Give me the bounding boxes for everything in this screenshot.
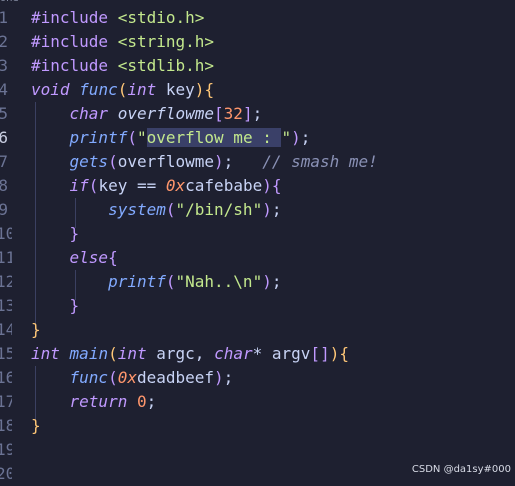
code-line[interactable]: 14 }	[0, 318, 515, 342]
line-number: 16	[0, 368, 12, 387]
code-text[interactable]: printf("overflow me : ");	[31, 126, 310, 150]
code-text[interactable]: void func(int key){	[31, 78, 214, 102]
code-line[interactable]: 13 }	[0, 294, 515, 318]
code-line[interactable]: 9 system("/bin/sh");	[0, 198, 515, 222]
line-number: 14	[0, 320, 12, 339]
code-line[interactable]: 11 else{	[0, 246, 515, 270]
code-text[interactable]: }	[31, 318, 41, 342]
line-number: 15	[0, 344, 12, 363]
code-text[interactable]: }	[31, 222, 80, 246]
code-text[interactable]: }	[31, 414, 41, 438]
line-number: 8	[0, 176, 8, 195]
tab-title[interactable]: one	[0, 0, 19, 4]
code-editor[interactable]: one 1 #include <stdio.h> 2 #include <str…	[0, 0, 515, 483]
code-line[interactable]: 1 #include <stdio.h>	[0, 6, 515, 30]
code-text[interactable]: gets(overflowme); // smash me!	[31, 150, 378, 174]
code-text[interactable]: #include <stdio.h>	[31, 6, 204, 30]
code-line[interactable]: 12 printf("Nah..\n");	[0, 270, 515, 294]
watermark: CSDN @da1sy#000	[411, 464, 511, 475]
code-line[interactable]: 17 return 0;	[0, 390, 515, 414]
code-line[interactable]: 4 void func(int key){	[0, 78, 515, 102]
code-line[interactable]: 5 char overflowme[32];	[0, 102, 515, 126]
code-text[interactable]: #include <string.h>	[31, 30, 214, 54]
line-number: 17	[0, 392, 12, 411]
line-number: 20	[0, 464, 12, 483]
code-text[interactable]: func(0xdeadbeef);	[31, 366, 234, 390]
line-number: 4	[0, 80, 8, 99]
code-line-active[interactable]: 6 printf("overflow me : ");	[0, 126, 515, 150]
line-number: 5	[0, 104, 8, 123]
line-number: 11	[0, 248, 12, 267]
code-text[interactable]: else{	[31, 246, 118, 270]
code-line[interactable]: 16 func(0xdeadbeef);	[0, 366, 515, 390]
code-text[interactable]: }	[31, 294, 80, 318]
code-text[interactable]: return 0;	[31, 390, 157, 414]
code-line[interactable]: 7 gets(overflowme); // smash me!	[0, 150, 515, 174]
line-number: 18	[0, 416, 12, 435]
code-text[interactable]: #include <stdlib.h>	[31, 54, 214, 78]
code-line[interactable]: 8 if(key == 0xcafebabe){	[0, 174, 515, 198]
code-line[interactable]: 10 }	[0, 222, 515, 246]
line-number: 6	[0, 128, 8, 147]
code-line[interactable]: 3 #include <stdlib.h>	[0, 54, 515, 78]
code-text[interactable]: printf("Nah..\n");	[31, 270, 281, 294]
line-number: 13	[0, 296, 12, 315]
line-number: 2	[0, 32, 8, 51]
code-text[interactable]: char overflowme[32];	[31, 102, 263, 126]
line-number: 7	[0, 152, 8, 171]
code-line[interactable]: 18 }	[0, 414, 515, 438]
code-text[interactable]: system("/bin/sh");	[31, 198, 281, 222]
code-line[interactable]: 19	[0, 438, 515, 462]
code-text[interactable]: int main(int argc, char* argv[]){	[31, 342, 349, 366]
code-text[interactable]: if(key == 0xcafebabe){	[31, 174, 282, 198]
line-number: 10	[0, 224, 12, 243]
line-number: 12	[0, 272, 12, 291]
line-number: 9	[0, 200, 8, 219]
code-line[interactable]: 15 int main(int argc, char* argv[]){	[0, 342, 515, 366]
line-number: 1	[0, 8, 8, 27]
code-comment: // smash me!	[262, 152, 378, 171]
text-selection: overflow me :	[146, 128, 282, 147]
line-number: 3	[0, 56, 8, 75]
code-line[interactable]: 2 #include <string.h>	[0, 30, 515, 54]
line-number: 19	[0, 440, 12, 459]
